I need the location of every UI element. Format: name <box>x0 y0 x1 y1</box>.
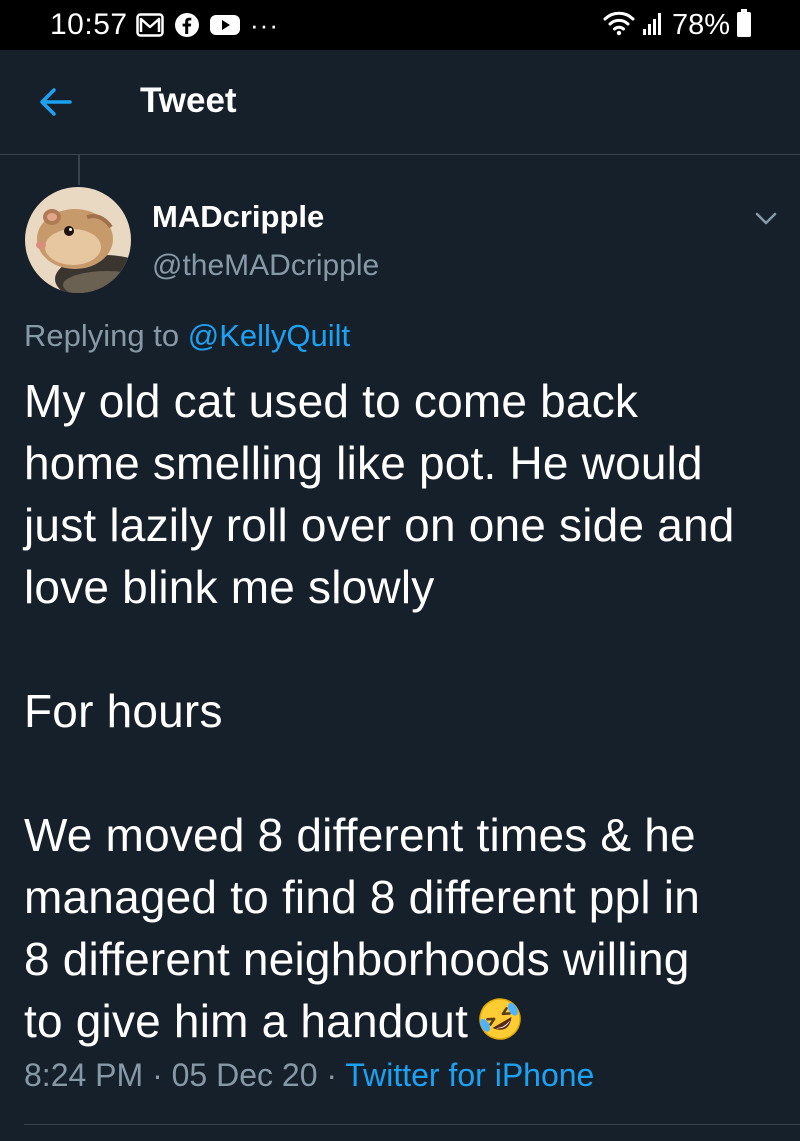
notification-icons: ··· <box>136 12 279 43</box>
author-display-name[interactable]: MADcripple <box>152 199 324 235</box>
thread-connector <box>78 155 80 185</box>
gmail-icon <box>136 13 164 42</box>
wifi-icon <box>602 9 636 42</box>
tweet-paragraph-3-text: We moved 8 different times & he managed … <box>24 809 700 1047</box>
tweet-options-button[interactable] <box>752 204 780 232</box>
battery-icon <box>736 8 752 43</box>
replying-to: Replying to @KellyQuilt <box>24 318 350 354</box>
tweet-paragraph-1: My old cat used to come back home smelli… <box>24 375 735 613</box>
tweet-paragraph-3: We moved 8 different times & he managed … <box>24 804 784 1052</box>
avatar[interactable] <box>25 187 131 293</box>
battery-percent: 78% <box>671 9 730 41</box>
tweet-text: My old cat used to come back home smelli… <box>24 370 784 1052</box>
tweet-metadata: 8:24 PM · 05 Dec 20 · Twitter for iPhone <box>24 1057 594 1094</box>
status-bar: 10:57 ··· 78% <box>0 0 800 50</box>
tweet-header: Tweet <box>0 50 800 155</box>
back-button[interactable] <box>36 82 76 122</box>
replying-to-link[interactable]: @KellyQuilt <box>188 318 350 353</box>
meta-separator-2: · <box>317 1057 346 1093</box>
status-time: 10:57 <box>50 8 128 41</box>
arrow-left-icon <box>40 88 72 116</box>
author-handle[interactable]: @theMADcripple <box>152 249 379 283</box>
meta-separator-1: · <box>143 1057 172 1093</box>
replying-to-label: Replying to <box>24 318 180 353</box>
page-title: Tweet <box>140 81 237 120</box>
rolling-on-floor-laughing-emoji <box>476 995 524 1043</box>
more-notifications-icon: ··· <box>250 9 279 40</box>
tweet-date: 05 Dec 20 <box>171 1057 318 1093</box>
tweet-time: 8:24 PM <box>24 1057 144 1093</box>
youtube-icon <box>210 14 240 41</box>
tweet-source-link[interactable]: Twitter for iPhone <box>345 1057 594 1093</box>
signal-icon <box>642 9 666 42</box>
tweet-paragraph-2: For hours <box>24 685 223 737</box>
chevron-down-icon <box>755 212 777 225</box>
facebook-icon <box>174 12 200 43</box>
system-status: 78% <box>602 8 752 43</box>
divider <box>24 1124 800 1125</box>
